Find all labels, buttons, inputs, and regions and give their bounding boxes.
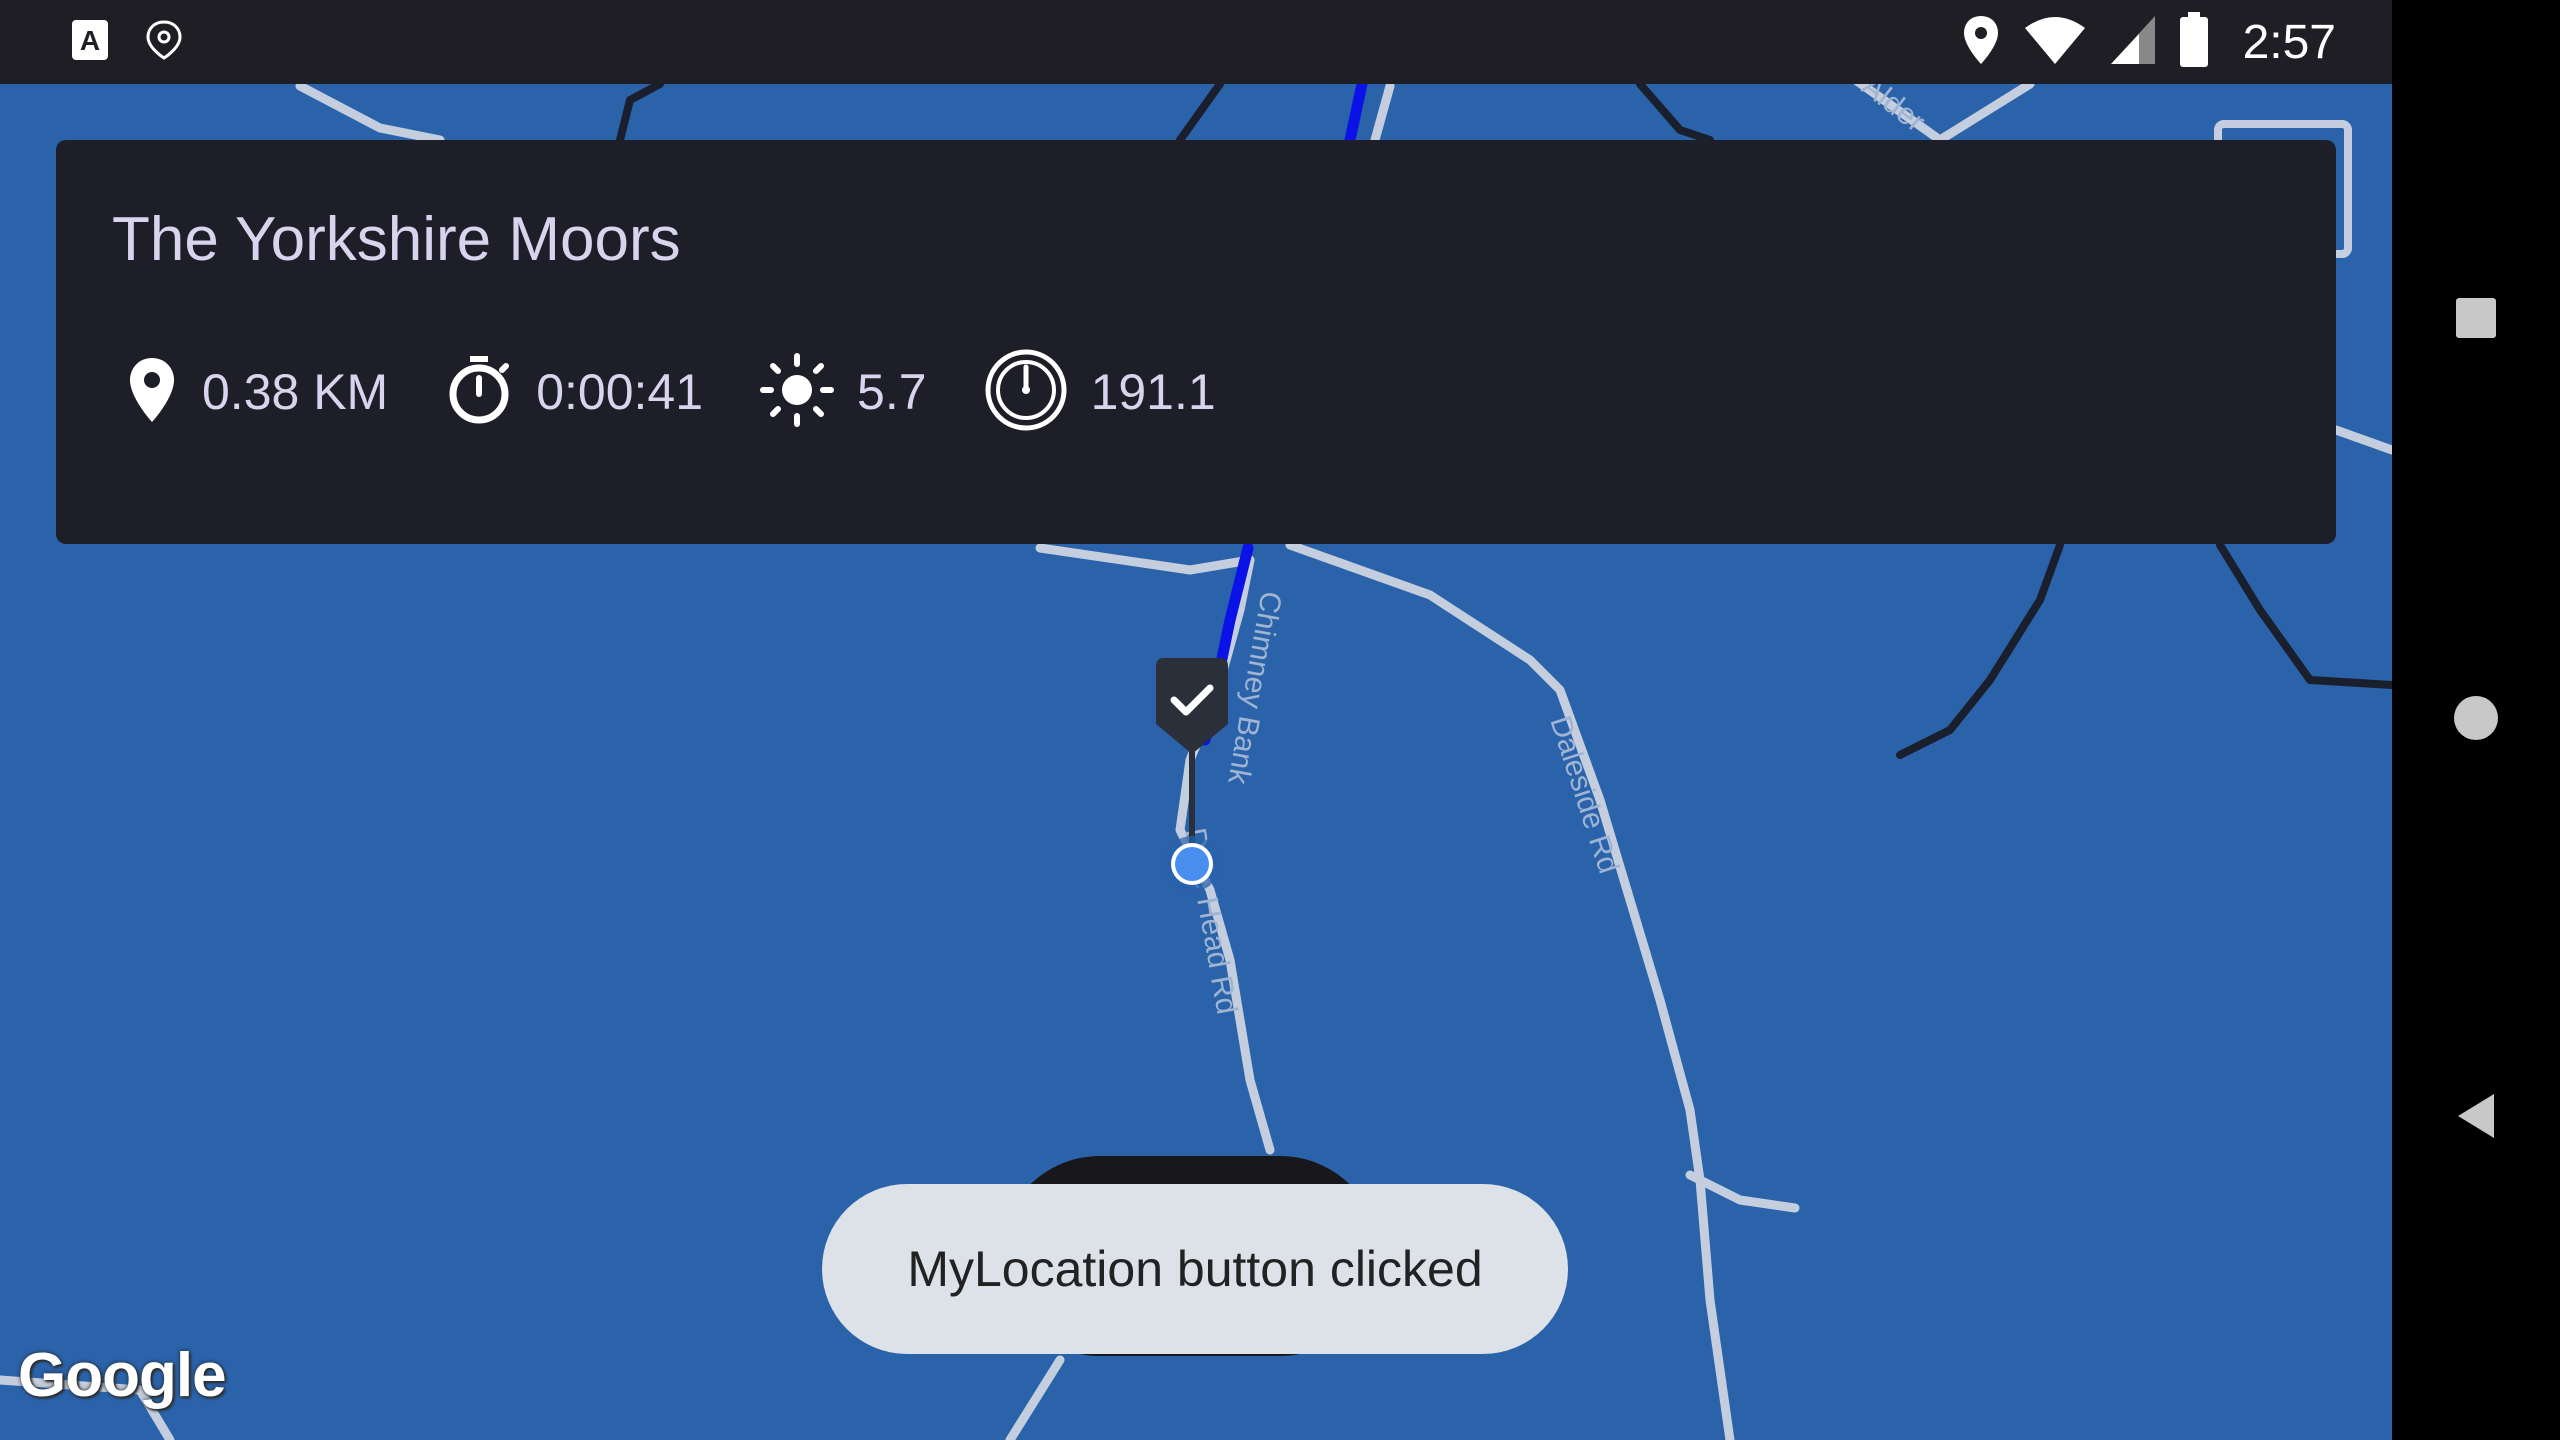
compass-gauge-icon xyxy=(983,347,1069,438)
status-time: 2:57 xyxy=(2242,15,2336,69)
track-info-card: The Yorkshire Moors 0.38 KM 0:00:41 5.7 … xyxy=(56,140,2336,544)
toast-text: MyLocation button clicked xyxy=(907,1241,1483,1297)
bearing-value: 191.1 xyxy=(1090,364,1216,420)
stat-duration: 0:00:41 xyxy=(444,354,703,431)
road-label-daleside-rd: Daleside Rd xyxy=(1543,712,1625,878)
battery-icon xyxy=(2179,11,2209,73)
brightness-value: 5.7 xyxy=(857,364,927,420)
signal-icon xyxy=(2109,14,2157,71)
stopwatch-icon xyxy=(444,354,514,431)
location-shield-icon xyxy=(144,18,184,67)
back-triangle-icon xyxy=(2454,1092,2498,1145)
app-a-icon: A xyxy=(70,18,110,67)
system-nav-bar xyxy=(2392,0,2560,1440)
home-circle-icon xyxy=(2452,694,2500,747)
google-logo: Google xyxy=(18,1341,227,1410)
recents-button[interactable] xyxy=(2392,260,2560,380)
stat-bearing: 191.1 xyxy=(983,347,1216,438)
location-pin-icon xyxy=(124,354,180,431)
waypoint-marker[interactable] xyxy=(1150,654,1250,899)
stat-distance: 0.38 KM xyxy=(124,354,388,431)
toast-message: MyLocation button clicked xyxy=(822,1184,1568,1354)
recents-square-icon xyxy=(2454,296,2498,345)
location-pin-icon xyxy=(1961,14,2001,71)
svg-text:A: A xyxy=(80,25,100,56)
home-button[interactable] xyxy=(2392,660,2560,780)
distance-value: 0.38 KM xyxy=(202,364,389,420)
duration-value: 0:00:41 xyxy=(536,364,704,420)
track-title: The Yorkshire Moors xyxy=(112,205,681,274)
wifi-icon xyxy=(2023,14,2087,71)
brightness-icon xyxy=(759,352,835,433)
status-bar: A 2:57 xyxy=(0,0,2392,84)
stats-row: 0.38 KM 0:00:41 5.7 191.1 xyxy=(124,349,1272,433)
stat-brightness: 5.7 xyxy=(759,352,927,433)
back-button[interactable] xyxy=(2392,1058,2560,1178)
